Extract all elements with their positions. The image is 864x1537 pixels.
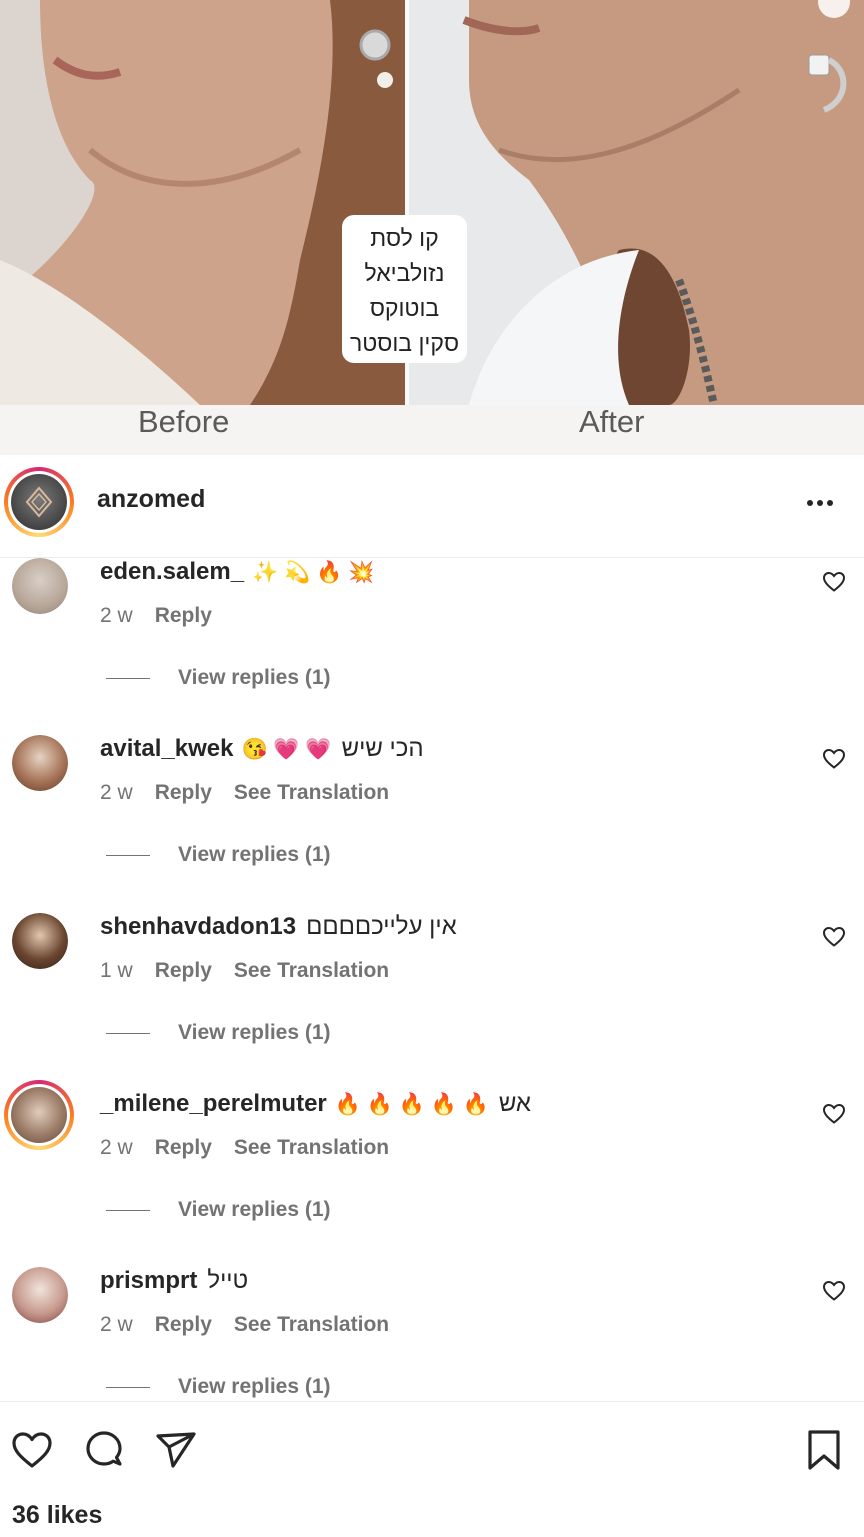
view-replies-button[interactable]: View replies (1) bbox=[106, 1021, 331, 1045]
treatment-line: בוטוקס bbox=[369, 295, 440, 321]
comment-like-heart-icon[interactable] bbox=[822, 747, 846, 771]
commenter-username[interactable]: _milene_perelmuter bbox=[100, 1090, 327, 1117]
post-header: anzomed bbox=[0, 455, 864, 558]
comments-list[interactable]: eden.salem_ ✨ 💫 🔥 💥 2 w Reply View replies… bbox=[0, 558, 864, 1401]
comment-body: shenhavdadon13 אין עלייכםםםם bbox=[100, 913, 457, 941]
comment-body: prismprt טייל bbox=[100, 1267, 248, 1295]
reply-button[interactable]: Reply bbox=[155, 1313, 212, 1336]
anzomed-logo-icon bbox=[11, 474, 67, 530]
comment-body: eden.salem_ ✨ 💫 🔥 💥 bbox=[100, 558, 374, 586]
more-options-icon[interactable] bbox=[800, 483, 840, 523]
avatar-photo bbox=[12, 558, 68, 614]
avatar-photo bbox=[12, 735, 68, 791]
commenter-avatar[interactable] bbox=[12, 913, 68, 969]
comment-meta: 1 w Reply See Translation bbox=[100, 959, 411, 983]
comment-meta: 2 w Reply See Translation bbox=[100, 781, 411, 805]
view-replies-button[interactable]: View replies (1) bbox=[106, 666, 331, 690]
see-translation-button[interactable]: See Translation bbox=[234, 1313, 389, 1336]
see-translation-button[interactable]: See Translation bbox=[234, 1136, 389, 1159]
share-paper-plane-icon[interactable] bbox=[154, 1428, 198, 1472]
reply-button[interactable]: Reply bbox=[155, 604, 212, 627]
avatar-photo bbox=[12, 1267, 68, 1323]
replies-dash bbox=[106, 854, 150, 856]
view-replies-label: View replies (1) bbox=[178, 843, 331, 866]
commenter-avatar[interactable] bbox=[12, 735, 68, 791]
before-label: Before bbox=[138, 404, 230, 439]
treatment-list-box: קו לסת נזולביאל בוטוקס סקין בוסטר bbox=[342, 215, 467, 363]
view-replies-label: View replies (1) bbox=[178, 1198, 331, 1221]
avatar-ring-gap bbox=[8, 1084, 70, 1146]
comment-like-heart-icon[interactable] bbox=[822, 1102, 846, 1126]
comment-like-heart-icon[interactable] bbox=[822, 570, 846, 594]
comment-like-heart-icon[interactable] bbox=[822, 925, 846, 949]
commenter-username[interactable]: prismprt bbox=[100, 1267, 197, 1294]
commenter-avatar[interactable] bbox=[12, 558, 68, 614]
reply-button[interactable]: Reply bbox=[155, 781, 212, 804]
commenter-avatar[interactable] bbox=[12, 1267, 68, 1323]
treatment-line: קו לסת bbox=[370, 225, 439, 251]
post-action-bar: 36 likes bbox=[0, 1401, 864, 1537]
author-username[interactable]: anzomed bbox=[97, 485, 205, 514]
avatar-ring-gap bbox=[8, 471, 70, 533]
see-translation-button[interactable]: See Translation bbox=[234, 959, 389, 982]
comment-bubble-icon[interactable] bbox=[82, 1428, 126, 1472]
replies-dash bbox=[106, 1032, 150, 1034]
comment-time: 2 w bbox=[100, 781, 133, 804]
comment-text: הכי שיש bbox=[341, 735, 424, 762]
treatment-line: נזולביאל bbox=[364, 260, 445, 286]
treatment-line: סקין בוסטר bbox=[349, 330, 460, 356]
comment-emojis: 😘 💗 💗 bbox=[241, 737, 332, 761]
reply-button[interactable]: Reply bbox=[155, 959, 212, 982]
view-replies-label: View replies (1) bbox=[178, 666, 331, 689]
reply-button[interactable]: Reply bbox=[155, 1136, 212, 1159]
comment-time: 1 w bbox=[100, 959, 133, 982]
avatar-photo bbox=[11, 1087, 67, 1143]
comment-like-heart-icon[interactable] bbox=[822, 1279, 846, 1303]
comment-text: אש bbox=[498, 1090, 531, 1117]
comment-body: _milene_perelmuter 🔥 🔥 🔥 🔥 🔥 אש bbox=[100, 1090, 531, 1118]
comment-meta: 2 w Reply See Translation bbox=[100, 1136, 411, 1160]
comment-text: טייל bbox=[207, 1267, 249, 1294]
comment-time: 2 w bbox=[100, 604, 133, 627]
comment-time: 2 w bbox=[100, 1313, 133, 1336]
commenter-username[interactable]: shenhavdadon13 bbox=[100, 913, 296, 940]
comment-body: avital_kwek 😘 💗 💗 הכי שיש bbox=[100, 735, 424, 763]
author-avatar[interactable] bbox=[4, 467, 74, 537]
comment-meta: 2 w Reply See Translation bbox=[100, 1313, 411, 1337]
save-bookmark-icon[interactable] bbox=[802, 1428, 846, 1472]
comment-emojis: 🔥 🔥 🔥 🔥 🔥 bbox=[334, 1092, 489, 1116]
like-heart-icon[interactable] bbox=[10, 1428, 54, 1472]
after-label: After bbox=[579, 404, 645, 439]
replies-dash bbox=[106, 677, 150, 679]
view-replies-button[interactable]: View replies (1) bbox=[106, 1375, 331, 1399]
see-translation-button[interactable]: See Translation bbox=[234, 781, 389, 804]
post-image[interactable]: Before After קו לסת נזולביאל בוטוקס סקין… bbox=[0, 0, 864, 455]
view-replies-label: View replies (1) bbox=[178, 1375, 331, 1398]
replies-dash bbox=[106, 1209, 150, 1211]
comment-emojis: ✨ 💫 🔥 💥 bbox=[252, 560, 375, 584]
replies-dash bbox=[106, 1386, 150, 1388]
avatar-photo bbox=[12, 913, 68, 969]
comment-meta: 2 w Reply bbox=[100, 604, 234, 628]
likes-count[interactable]: 36 likes bbox=[12, 1501, 102, 1530]
comment-text: אין עלייכםםםם bbox=[306, 913, 457, 940]
view-replies-label: View replies (1) bbox=[178, 1021, 331, 1044]
after-photo bbox=[409, 0, 864, 405]
comment-time: 2 w bbox=[100, 1136, 133, 1159]
commenter-username[interactable]: eden.salem_ bbox=[100, 558, 244, 585]
commenter-avatar[interactable] bbox=[4, 1080, 74, 1150]
before-after-strip bbox=[0, 405, 864, 455]
view-replies-button[interactable]: View replies (1) bbox=[106, 1198, 331, 1222]
view-replies-button[interactable]: View replies (1) bbox=[106, 843, 331, 867]
commenter-username[interactable]: avital_kwek bbox=[100, 735, 233, 762]
